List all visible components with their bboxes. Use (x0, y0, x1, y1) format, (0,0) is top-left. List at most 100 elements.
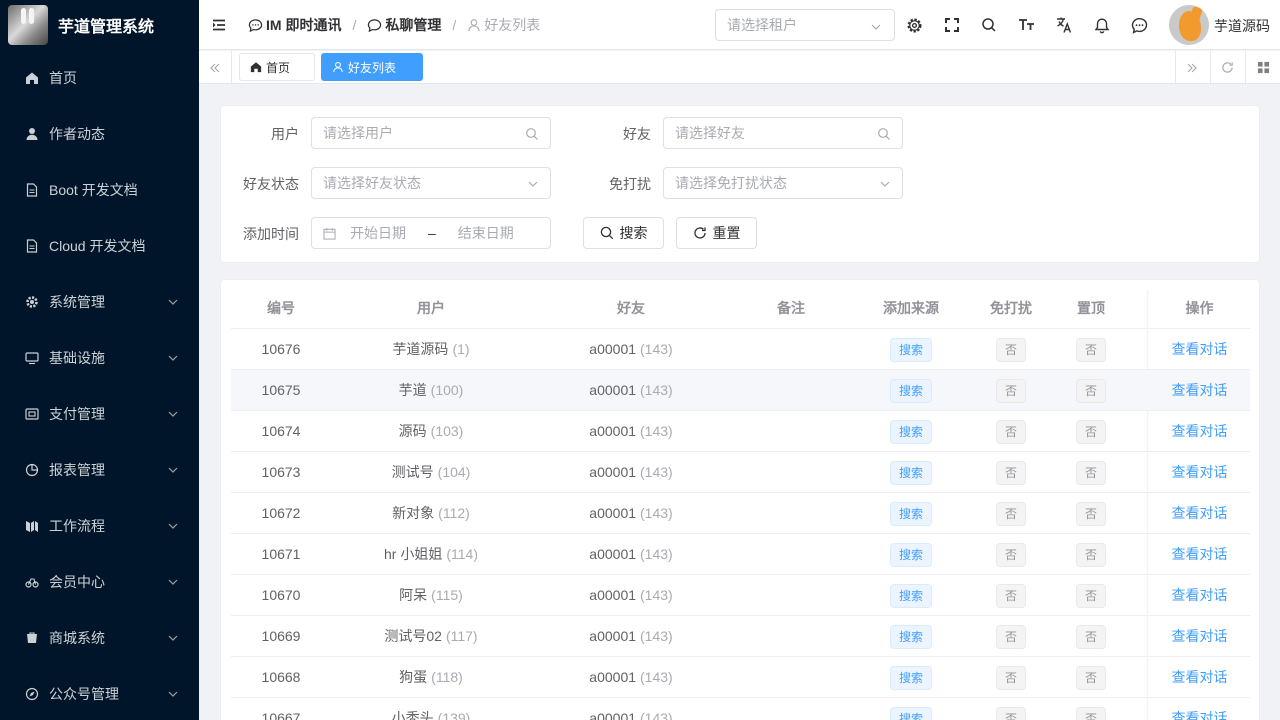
table-row[interactable]: 10673 测试号 (104) a00001 (143) 搜索否否查看对话 (231, 452, 1250, 493)
friend-text: a00001 (589, 423, 637, 439)
cell-id: 10676 (231, 329, 331, 369)
end-date-input[interactable]: 结束日期 (458, 223, 514, 243)
scroll-right-icon[interactable] (1175, 51, 1208, 84)
view-conversation-link[interactable]: 查看对话 (1172, 423, 1228, 439)
cell-dnd: 否 (971, 616, 1051, 656)
source-tag: 搜索 (889, 461, 932, 486)
table-row[interactable]: 10670 阿呆 (115) a00001 (143) 搜索否否查看对话 (231, 575, 1250, 616)
settings-gear-icon[interactable] (904, 15, 924, 35)
collapse-menu-icon[interactable] (211, 17, 227, 36)
sidebar-item-system[interactable]: 系统管理 (0, 274, 199, 330)
user_id-text: (115) (431, 587, 463, 603)
user_id-text: (1) (452, 341, 470, 357)
user-select[interactable]: 请选择用户 (311, 117, 551, 149)
cell-action: 查看对话 (1149, 493, 1250, 533)
view-conversation-link[interactable]: 查看对话 (1172, 464, 1228, 480)
scroll-left-icon[interactable] (199, 51, 232, 84)
translate-icon[interactable] (1054, 15, 1074, 35)
top-tag: 否 (1075, 461, 1106, 486)
tenant-select[interactable]: 请选择租户 (715, 9, 895, 41)
table-row[interactable]: 10667 小秃头 (139) a00001 (143) 搜索否否查看对话 (231, 698, 1250, 720)
table-row[interactable]: 10668 狗蛋 (118) a00001 (143) 搜索否否查看对话 (231, 657, 1250, 698)
view-conversation-link[interactable]: 查看对话 (1172, 341, 1228, 357)
dnd-select[interactable]: 请选择免打扰状态 (663, 167, 903, 199)
source-tag: 搜索 (889, 543, 932, 568)
sidebar-item-mall[interactable]: 商城系统 (0, 610, 199, 666)
column-header-source: 添加来源 (883, 300, 939, 316)
fullscreen-icon[interactable] (942, 15, 962, 35)
friend-text: a00001 (589, 382, 637, 398)
user-label: 用户 (271, 126, 299, 142)
cell-user: 小秃头 (139) (331, 698, 531, 720)
user_id-text: (103) (430, 423, 464, 439)
id-text: 10676 (261, 341, 301, 357)
column-header-friend: 好友 (617, 300, 645, 316)
cell-dnd: 否 (971, 452, 1051, 492)
font-size-icon[interactable] (1016, 15, 1036, 35)
table-row[interactable]: 10669 测试号02 (117) a00001 (143) 搜索否否查看对话 (231, 616, 1250, 657)
user-text: 测试号02 (384, 628, 442, 644)
sidebar-item-member[interactable]: 会员中心 (0, 554, 199, 610)
friend-select[interactable]: 请选择好友 (663, 117, 903, 149)
column-header-id: 编号 (267, 300, 295, 316)
view-conversation-link[interactable]: 查看对话 (1172, 710, 1228, 720)
search-icon[interactable] (979, 15, 999, 35)
view-conversation-link[interactable]: 查看对话 (1172, 669, 1228, 685)
reset-button[interactable]: 重置 (676, 217, 757, 249)
view-conversation-link[interactable]: 查看对话 (1172, 628, 1228, 644)
table-row[interactable]: 10672 新对象 (112) a00001 (143) 搜索否否查看对话 (231, 493, 1250, 534)
friend-text: a00001 (589, 710, 637, 720)
cell-remark (731, 452, 851, 492)
breadcrumb-item-private-chat[interactable]: 私聊管理 (367, 15, 441, 35)
top-tag: 否 (1075, 338, 1106, 363)
table-row[interactable]: 10676 芋道源码 (1) a00001 (143) 搜索否否查看对话 (231, 329, 1250, 370)
sidebar-item-label: 首页 (49, 70, 77, 86)
app-logo-area[interactable]: 芋道管理系统 (0, 0, 199, 50)
cell-action: 查看对话 (1149, 698, 1250, 720)
grid-menu-icon[interactable] (1245, 51, 1280, 84)
sidebar-item-boot-docs[interactable]: Boot 开发文档 (0, 162, 199, 218)
friend-status-label: 好友状态 (243, 176, 299, 192)
table-row[interactable]: 10674 源码 (103) a00001 (143) 搜索否否查看对话 (231, 411, 1250, 452)
cell-action: 查看对话 (1149, 411, 1250, 451)
breadcrumb-item-im[interactable]: IM 即时通讯 (248, 15, 341, 35)
search-button[interactable]: 搜索 (583, 217, 664, 249)
add-time-label: 添加时间 (243, 226, 299, 242)
sidebar-item-workflow[interactable]: 工作流程 (0, 498, 199, 554)
user-text: hr 小姐姐 (384, 546, 443, 562)
view-conversation-link[interactable]: 查看对话 (1172, 382, 1228, 398)
cell-top: 否 (1051, 534, 1131, 574)
sidebar-item-author-news[interactable]: 作者动态 (0, 106, 199, 162)
monitor-icon (24, 350, 40, 366)
message-icon[interactable] (1129, 15, 1149, 35)
sidebar-item-infra[interactable]: 基础设施 (0, 330, 199, 386)
tag-friend-list[interactable]: 好友列表 (321, 53, 423, 81)
date-range-picker[interactable]: 开始日期 – 结束日期 (311, 217, 551, 249)
friend-status-select[interactable]: 请选择好友状态 (311, 167, 551, 199)
sidebar-item-mp[interactable]: 公众号管理 (0, 666, 199, 720)
cell-dnd: 否 (971, 534, 1051, 574)
start-date-input[interactable]: 开始日期 (350, 223, 406, 243)
user_id-text: (100) (430, 382, 464, 398)
sidebar-item-home[interactable]: 首页 (0, 50, 199, 106)
sidebar-item-pay[interactable]: 支付管理 (0, 386, 199, 442)
view-conversation-link[interactable]: 查看对话 (1172, 546, 1228, 562)
dnd-tag: 否 (995, 379, 1026, 404)
tag-home[interactable]: 首页 (239, 53, 315, 81)
cell-dnd: 否 (971, 657, 1051, 697)
sidebar-item-cloud-docs[interactable]: Cloud 开发文档 (0, 218, 199, 274)
chevron-down-icon (528, 181, 538, 187)
table-row[interactable]: 10671 hr 小姐姐 (114) a00001 (143) 搜索否否查看对话 (231, 534, 1250, 575)
refresh-icon[interactable] (1210, 51, 1243, 84)
view-conversation-link[interactable]: 查看对话 (1172, 587, 1228, 603)
chevron-down-icon (168, 411, 178, 417)
cell-user: 狗蛋 (118) (331, 657, 531, 697)
top-header: IM 即时通讯 / 私聊管理 / 好友列表 请选择租户 芋道源码 (199, 0, 1280, 50)
view-conversation-link[interactable]: 查看对话 (1172, 505, 1228, 521)
friend_id-text: (143) (640, 669, 673, 685)
avatar[interactable] (1169, 5, 1209, 45)
bell-icon[interactable] (1092, 15, 1112, 35)
sidebar-item-report[interactable]: 报表管理 (0, 442, 199, 498)
table-row[interactable]: 10675 芋道 (100) a00001 (143) 搜索否否查看对话 (231, 370, 1250, 411)
username[interactable]: 芋道源码 (1214, 16, 1270, 36)
